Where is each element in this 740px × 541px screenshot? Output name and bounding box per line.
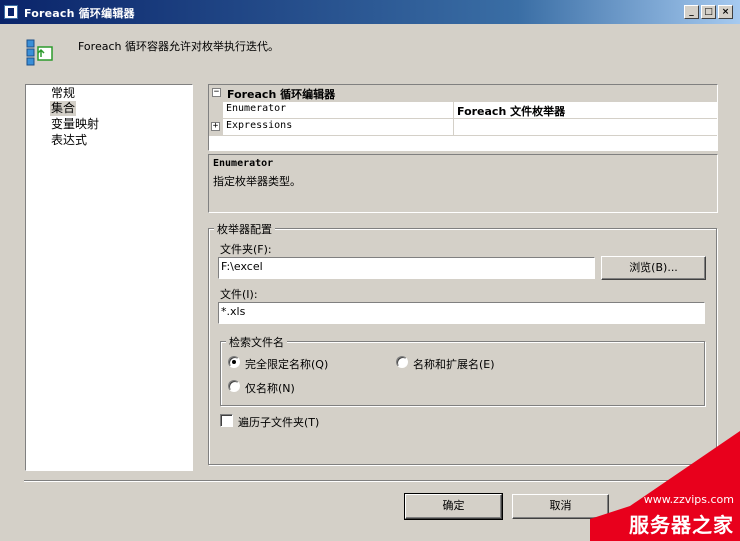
files-input[interactable]: *.xls [218,302,705,324]
folder-label: 文件夹(F): [220,243,272,256]
minimize-button[interactable]: _ [684,5,699,19]
foreach-loop-icon [26,39,53,66]
retrieve-filename-group [220,341,705,406]
watermark-url: www.zzvips.com [643,493,734,506]
description-text: Foreach 循环容器允许对枚举执行迭代。 [78,40,279,53]
collapse-icon[interactable]: − [212,88,221,97]
files-label: 文件(I): [220,288,258,301]
property-name: Expressions [226,120,293,131]
column-separator [453,102,454,118]
nav-panel: 常规 集合 变量映射 表达式 [25,84,193,471]
watermark-brand: 服务器之家 [629,513,734,537]
radio-name-only[interactable] [228,380,240,392]
property-grid: − Foreach 循环编辑器 Enumerator Foreach 文件枚举器… [208,84,718,152]
property-grid-header: − Foreach 循环编辑器 [209,85,717,101]
close-button[interactable]: × [718,5,733,19]
property-grid-title: Foreach 循环编辑器 [227,88,336,101]
column-separator [453,119,454,135]
property-row-expressions[interactable]: + Expressions [209,118,717,135]
radio-name-only-label[interactable]: 仅名称(N) [245,380,295,396]
radio-fully-qualified-label[interactable]: 完全限定名称(Q) [245,356,328,372]
enumerator-config-label: 枚举器配置 [214,221,275,237]
traverse-subfolders-label[interactable]: 遍历子文件夹(T) [238,414,319,430]
retrieve-filename-label: 检索文件名 [226,334,287,350]
row-gutter [209,102,223,118]
nav-item-variable-mappings[interactable]: 变量映射 [50,117,100,132]
help-body: 指定枚举器类型。 [213,175,301,188]
radio-name-extension[interactable] [396,356,408,368]
traverse-subfolders-checkbox[interactable] [220,414,233,427]
nav-item-general[interactable]: 常规 [50,86,76,101]
app-icon [4,5,18,19]
nav-item-expressions[interactable]: 表达式 [50,133,88,148]
help-title: Enumerator [213,158,274,169]
ok-button[interactable]: 确定 [404,493,503,520]
nav-item-collection[interactable]: 集合 [50,101,77,116]
property-row-enumerator[interactable]: Enumerator Foreach 文件枚举器 [209,101,717,118]
property-value[interactable]: Foreach 文件枚举器 [457,103,565,119]
maximize-button[interactable]: □ [701,5,716,19]
title-bar: Foreach 循环编辑器 _ □ × [0,0,740,24]
browse-button[interactable]: 浏览(B)... [601,256,706,280]
property-row-empty [209,135,717,152]
window-title: Foreach 循环编辑器 [24,7,135,20]
watermark: www.zzvips.com 服务器之家 [590,431,740,541]
help-panel: Enumerator 指定枚举器类型。 [208,154,718,213]
row-gutter: + [209,119,223,135]
radio-fully-qualified[interactable] [228,356,240,368]
expand-icon[interactable]: + [211,122,220,131]
property-name: Enumerator [226,103,287,114]
radio-name-extension-label[interactable]: 名称和扩展名(E) [413,356,495,372]
folder-input[interactable]: F:\excel [218,257,595,279]
